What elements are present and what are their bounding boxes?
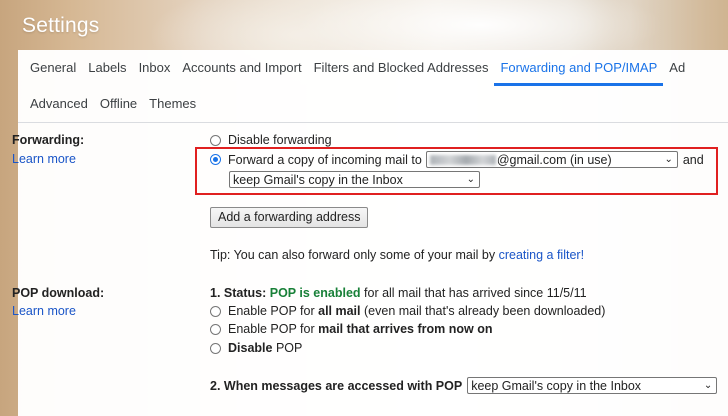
creating-filter-link[interactable]: creating a filter! xyxy=(499,248,584,262)
disable-forwarding-option[interactable]: Disable forwarding xyxy=(210,133,332,147)
forward-address-suffix: @gmail.com (in use) xyxy=(496,152,612,167)
forward-copy-label: Forward a copy of incoming mail to xyxy=(228,152,422,167)
forward-copy-action-select[interactable]: keep Gmail's copy in the Inbox ⌄ xyxy=(229,171,480,188)
forwarding-learn-more-link[interactable]: Learn more xyxy=(12,152,76,166)
pop-status-suffix: for all mail that has arrived since 11/5… xyxy=(364,286,587,300)
forwarding-section-label: Forwarding: xyxy=(12,133,85,147)
tab-themes[interactable]: Themes xyxy=(143,86,202,122)
disable-forwarding-radio[interactable] xyxy=(210,134,221,146)
pop-when-accessed-value: keep Gmail's copy in the Inbox xyxy=(471,378,642,393)
pop-disable-bold: Disable xyxy=(228,341,273,355)
chevron-down-icon: ⌄ xyxy=(703,380,713,391)
pop-disable-option[interactable]: Disable POP xyxy=(210,341,302,355)
pop-disable-suffix: POP xyxy=(275,341,303,355)
pop-status-line: 1. Status: POP is enabled for all mail t… xyxy=(210,286,587,300)
tabs-divider xyxy=(18,122,728,123)
settings-panel: General Labels Inbox Accounts and Import… xyxy=(18,50,728,416)
tabs-row-1: General Labels Inbox Accounts and Import… xyxy=(18,50,691,86)
chevron-down-icon: ⌄ xyxy=(664,154,673,165)
tab-filters-and-blocked-addresses[interactable]: Filters and Blocked Addresses xyxy=(308,50,495,86)
forwarding-tip: Tip: You can also forward only some of y… xyxy=(210,248,584,262)
pop-section-label: POP download: xyxy=(12,286,105,300)
pop-learn-more-link[interactable]: Learn more xyxy=(12,304,76,318)
pop-enable-new-prefix: Enable POP for xyxy=(228,322,315,336)
pop-enable-all-suffix: (even mail that's already been downloade… xyxy=(364,304,606,318)
disable-forwarding-label: Disable forwarding xyxy=(228,133,332,147)
pop-enable-all-option[interactable]: Enable POP for all mail (even mail that'… xyxy=(210,304,605,318)
tab-accounts-and-import[interactable]: Accounts and Import xyxy=(176,50,307,86)
pop-enable-all-bold: all mail xyxy=(318,304,361,318)
tip-text: Tip: You can also forward only some of y… xyxy=(210,248,496,262)
page-title: Settings xyxy=(22,14,100,37)
tab-advanced[interactable]: Advanced xyxy=(18,86,94,122)
tab-labels[interactable]: Labels xyxy=(82,50,132,86)
forward-copy-option[interactable]: Forward a copy of incoming mail to @gmai… xyxy=(210,151,704,168)
forward-copy-action-value: keep Gmail's copy in the Inbox xyxy=(233,172,403,187)
tab-add-ons-truncated[interactable]: Ad xyxy=(663,50,691,86)
pop-enable-new-option[interactable]: Enable POP for mail that arrives from no… xyxy=(210,322,492,336)
pop-enable-all-radio[interactable] xyxy=(210,305,221,317)
tabs-row-2: Advanced Offline Themes xyxy=(18,86,202,122)
pop-disable-radio[interactable] xyxy=(210,342,221,354)
pop-enable-all-prefix: Enable POP for xyxy=(228,304,315,318)
pop-when-accessed-line: 2. When messages are accessed with POP k… xyxy=(210,377,718,394)
and-label: and xyxy=(682,152,704,167)
pop-status-enabled: POP is enabled xyxy=(269,286,361,300)
tab-inbox[interactable]: Inbox xyxy=(133,50,177,86)
chevron-down-icon: ⌄ xyxy=(466,174,475,185)
forward-address-select[interactable]: @gmail.com (in use) ⌄ xyxy=(425,151,678,168)
pop-enable-new-radio[interactable] xyxy=(210,323,221,335)
pop-when-accessed-label: 2. When messages are accessed with POP xyxy=(210,378,463,393)
tab-offline[interactable]: Offline xyxy=(94,86,143,122)
tab-forwarding-and-pop-imap[interactable]: Forwarding and POP/IMAP xyxy=(494,50,664,86)
pop-status-prefix: 1. Status: xyxy=(210,286,267,300)
tab-general[interactable]: General xyxy=(18,50,82,86)
add-forwarding-address-button[interactable]: Add a forwarding address xyxy=(210,207,369,228)
redacted-email-blur xyxy=(429,154,496,165)
pop-enable-new-bold: mail that arrives from now on xyxy=(318,322,493,336)
copy-option-line: keep Gmail's copy in the Inbox ⌄ xyxy=(229,171,480,188)
pop-when-accessed-select[interactable]: keep Gmail's copy in the Inbox ⌄ xyxy=(467,377,718,394)
forward-copy-radio[interactable] xyxy=(210,154,221,165)
